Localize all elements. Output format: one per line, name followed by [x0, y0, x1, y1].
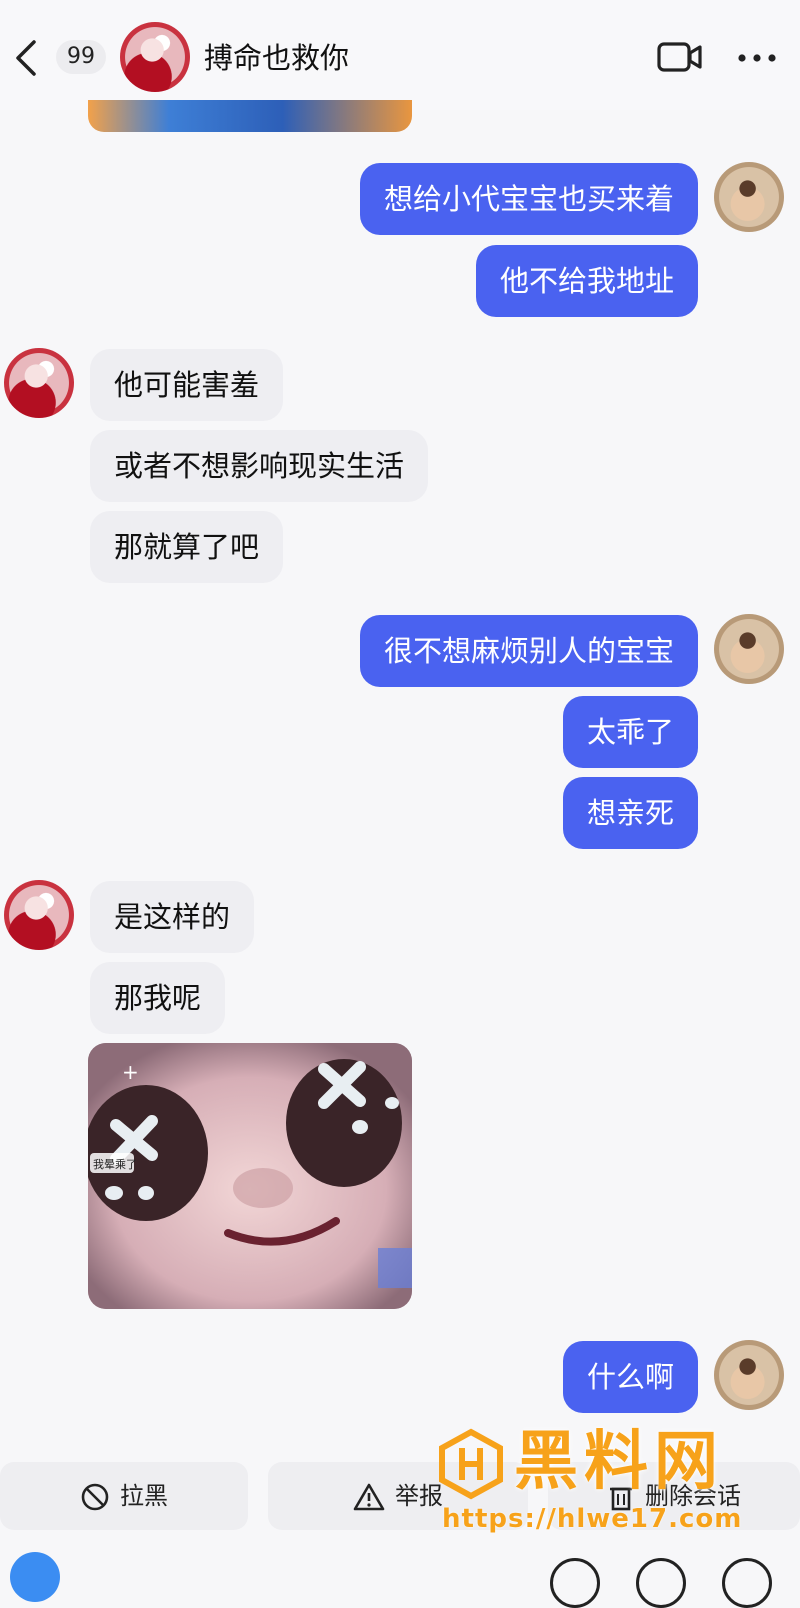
message-bubble-incoming[interactable]: 是这样的 — [90, 881, 255, 953]
contact-name[interactable]: 搏命也救你 — [204, 38, 349, 78]
contact-avatar[interactable] — [120, 22, 190, 92]
contact-avatar[interactable] — [4, 880, 74, 950]
chevron-left-icon[interactable] — [10, 36, 44, 80]
block-label: 拉黑 — [120, 1482, 168, 1510]
sticker-image-message[interactable]: + 我晕乘了 — [88, 1043, 412, 1309]
previous-image-message[interactable] — [88, 100, 412, 132]
warning-icon — [353, 1483, 385, 1511]
message-bubble-incoming[interactable]: 或者不想影响现实生活 — [90, 430, 429, 502]
gift-icon[interactable] — [636, 1558, 686, 1608]
watermark-text: 黑料网 — [514, 1425, 724, 1499]
watermark: 黑料网 https://hlwe17.com — [434, 1424, 800, 1544]
block-button[interactable]: 拉黑 — [0, 1462, 248, 1530]
message-bubble-incoming[interactable]: 那就算了吧 — [90, 511, 284, 583]
message-bubble-outgoing[interactable]: 太乖了 — [562, 696, 698, 768]
my-avatar[interactable] — [714, 1340, 784, 1410]
message-bubble-outgoing[interactable]: 想给小代宝宝也买来着 — [359, 163, 698, 235]
block-icon — [81, 1483, 109, 1511]
message-bubble-outgoing[interactable]: 想亲死 — [562, 777, 698, 849]
message-bubble-outgoing[interactable]: 什么啊 — [562, 1341, 698, 1413]
watermark-url: https://hlwe17.com — [442, 1504, 743, 1534]
sticker-caption: 我晕乘了 — [93, 1158, 137, 1171]
contact-avatar[interactable] — [4, 348, 74, 418]
message-bubble-outgoing[interactable]: 很不想麻烦别人的宝宝 — [359, 615, 698, 687]
sticker-plus: + — [122, 1060, 139, 1084]
video-call-icon[interactable] — [656, 38, 704, 76]
bottom-input-bar — [0, 1540, 800, 1608]
emoji-icon[interactable] — [550, 1558, 600, 1608]
message-bubble-outgoing[interactable]: 他不给我地址 — [475, 245, 698, 317]
watermark-logo-icon — [439, 1428, 503, 1500]
voice-input-icon[interactable] — [10, 1552, 60, 1602]
message-bubble-incoming[interactable]: 那我呢 — [90, 962, 226, 1034]
add-more-icon[interactable] — [722, 1558, 772, 1608]
chat-header: 99 搏命也救你 — [0, 0, 800, 110]
more-dots-icon[interactable] — [736, 48, 778, 68]
message-bubble-incoming[interactable]: 他可能害羞 — [90, 349, 284, 421]
my-avatar[interactable] — [714, 614, 784, 684]
unread-count-badge: 99 — [56, 40, 106, 74]
my-avatar[interactable] — [714, 162, 784, 232]
doll-face-sticker-icon: + 我晕乘了 — [88, 1043, 412, 1309]
